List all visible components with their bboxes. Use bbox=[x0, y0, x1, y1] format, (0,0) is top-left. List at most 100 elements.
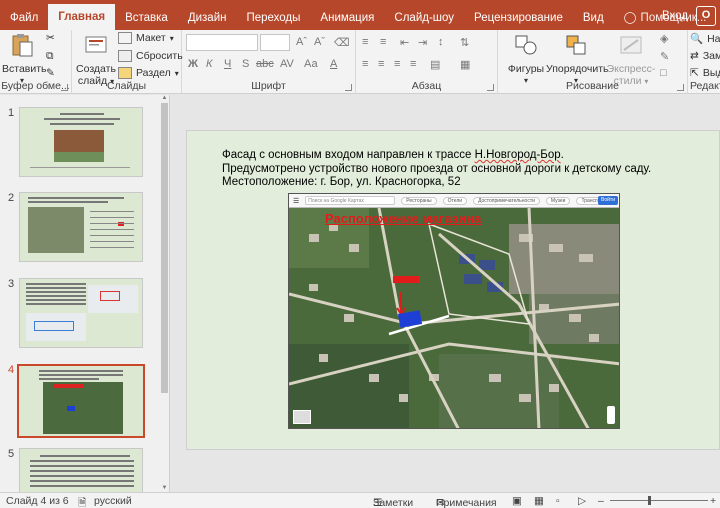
shapes-button[interactable]: Фигуры ▾ bbox=[506, 32, 546, 87]
line-spacing-icon[interactable]: ↕ bbox=[438, 36, 444, 48]
layout-button[interactable]: Макет ▾ bbox=[118, 32, 174, 44]
text-direction-icon[interactable]: ⇅ bbox=[460, 36, 469, 49]
align-left-icon[interactable]: ≡ bbox=[362, 58, 368, 70]
char-spacing-button[interactable]: AV bbox=[280, 58, 294, 70]
map-layer-thumbnail[interactable] bbox=[293, 410, 311, 424]
paste-button[interactable]: Вставить ▾ bbox=[2, 32, 47, 87]
arrange-button[interactable]: Упорядочить ▾ bbox=[546, 32, 608, 87]
shape-fill-icon[interactable]: ◈ bbox=[660, 32, 668, 45]
map-chip[interactable]: Музеи bbox=[545, 196, 571, 205]
increase-indent-icon[interactable]: ⇥ bbox=[418, 36, 427, 49]
bullets-icon[interactable]: ≡ bbox=[362, 36, 368, 48]
map-search-bar: ☰ Поиск на Google Картах Рестораны Отели… bbox=[289, 194, 619, 208]
align-right-icon[interactable]: ≡ bbox=[394, 58, 400, 70]
language-indicator[interactable]: русский bbox=[94, 495, 132, 507]
scroll-down-icon[interactable]: ▼ bbox=[161, 485, 168, 492]
current-slide[interactable]: Фасад с основным входом направлен к трас… bbox=[186, 130, 720, 450]
format-painter-button[interactable]: ✎ bbox=[46, 67, 55, 79]
paragraph-launcher-icon[interactable] bbox=[487, 84, 494, 91]
arrange-icon bbox=[566, 35, 586, 55]
proofing-icon[interactable]: 🗎 bbox=[78, 495, 86, 508]
slide-text-line-1: Фасад с основным входом направлен к трас… bbox=[222, 149, 564, 161]
tab-view[interactable]: Вид bbox=[573, 6, 614, 30]
slideshow-view-icon[interactable]: ▷ bbox=[578, 495, 586, 507]
shape-effects-icon[interactable]: □ bbox=[660, 67, 667, 79]
columns-icon[interactable]: ▤ bbox=[430, 58, 440, 71]
align-center-icon[interactable]: ≡ bbox=[378, 58, 384, 70]
font-size-input[interactable] bbox=[260, 34, 290, 51]
login-link[interactable]: Вход bbox=[662, 10, 688, 22]
normal-view-icon[interactable]: ▣ bbox=[512, 495, 522, 507]
tab-home[interactable]: Главная bbox=[48, 4, 116, 30]
map-chip[interactable]: Отели bbox=[442, 196, 468, 205]
map-zoom-control[interactable] bbox=[607, 406, 615, 424]
slide-thumbnail-4[interactable]: 4 bbox=[0, 364, 160, 442]
smartart-icon[interactable]: ▦ bbox=[460, 58, 470, 71]
zoom-out-icon[interactable]: – bbox=[598, 495, 604, 507]
map-signin-button[interactable]: Войти bbox=[598, 196, 618, 205]
grow-font-icon[interactable]: Aˆ bbox=[296, 36, 307, 48]
group-label-slides: Слайды bbox=[106, 80, 147, 92]
shadow-button[interactable]: S bbox=[242, 58, 249, 70]
slide-thumbnail-3[interactable]: 3 bbox=[0, 278, 160, 354]
reset-button[interactable]: Сбросить bbox=[118, 50, 183, 62]
tab-insert[interactable]: Вставка bbox=[115, 6, 178, 30]
slide-text-line-3: Местоположение: г. Бор, ул. Красногорка,… bbox=[222, 176, 461, 188]
slide-thumbnail-1[interactable]: 1 bbox=[0, 107, 160, 183]
justify-icon[interactable]: ≡ bbox=[410, 58, 416, 70]
satellite-map-graphic bbox=[289, 207, 619, 428]
menu-icon[interactable]: ☰ bbox=[293, 197, 299, 205]
tab-review[interactable]: Рецензирование bbox=[464, 6, 573, 30]
map-chip[interactable]: Рестораны bbox=[401, 196, 437, 205]
tab-slideshow[interactable]: Слайд-шоу bbox=[384, 6, 464, 30]
group-editing: 🔍Най ⇄Зам ⇱Выд Редакти bbox=[688, 30, 720, 94]
slide-text-box[interactable]: Фасад с основным входом направлен к трас… bbox=[222, 149, 651, 190]
store-marker-label bbox=[393, 276, 419, 283]
tab-file[interactable]: Файл bbox=[0, 6, 48, 30]
decrease-indent-icon[interactable]: ⇤ bbox=[400, 36, 409, 49]
cut-button[interactable]: ✂ bbox=[46, 32, 55, 44]
tab-transitions[interactable]: Переходы bbox=[236, 6, 310, 30]
map-image[interactable]: ☰ Поиск на Google Картах Рестораны Отели… bbox=[288, 193, 620, 429]
zoom-slider[interactable] bbox=[610, 500, 708, 501]
numbering-icon[interactable]: ≡ bbox=[380, 36, 386, 48]
map-search-input[interactable]: Поиск на Google Картах bbox=[305, 196, 396, 205]
tab-animation[interactable]: Анимация bbox=[310, 6, 384, 30]
slide-thumbnail-2[interactable]: 2 bbox=[0, 192, 160, 268]
scrollbar-thumb[interactable] bbox=[161, 103, 168, 393]
shape-outline-icon[interactable]: ✎ bbox=[660, 50, 669, 63]
font-color-button[interactable]: А bbox=[330, 58, 337, 70]
copy-button[interactable]: ⧉ bbox=[46, 50, 54, 63]
select-button[interactable]: ⇱Выд bbox=[690, 67, 720, 79]
shapes-icon bbox=[515, 35, 537, 55]
italic-button[interactable]: К bbox=[206, 58, 212, 70]
font-name-input[interactable] bbox=[186, 34, 258, 51]
change-case-button[interactable]: Аа bbox=[304, 58, 318, 70]
group-drawing: Фигуры ▾ Упорядочить ▾ Экспресс- стили ▾… bbox=[498, 30, 688, 94]
zoom-in-icon[interactable]: + bbox=[710, 495, 716, 507]
slide-sorter-icon[interactable]: ▦ bbox=[534, 495, 544, 507]
slide-number: 1 bbox=[8, 107, 15, 119]
strikethrough-button[interactable]: abc bbox=[256, 58, 274, 70]
clear-format-icon[interactable]: ⌫ bbox=[334, 36, 350, 49]
slide-thumbnail-preview bbox=[17, 364, 145, 438]
zoom-slider-thumb[interactable] bbox=[648, 496, 651, 505]
powerpoint-account-icon[interactable]: О bbox=[696, 6, 716, 26]
replace-button[interactable]: ⇄ Зам bbox=[690, 50, 720, 62]
reading-view-icon[interactable]: ▫ bbox=[556, 495, 560, 507]
clipboard-launcher-icon[interactable] bbox=[61, 84, 68, 91]
thumbnail-scrollbar[interactable]: ▲ ▼ bbox=[160, 95, 169, 492]
slide-number: 4 bbox=[8, 364, 15, 376]
shrink-font-icon[interactable]: Aˇ bbox=[314, 36, 325, 48]
section-button[interactable]: Раздел ▾ bbox=[118, 67, 179, 79]
tab-design[interactable]: Дизайн bbox=[178, 6, 237, 30]
map-chip[interactable]: Достопримечательности bbox=[473, 196, 540, 205]
font-launcher-icon[interactable] bbox=[345, 84, 352, 91]
scroll-up-icon[interactable]: ▲ bbox=[161, 95, 168, 102]
underline-button[interactable]: Ч bbox=[224, 58, 231, 70]
slide-thumbnail-5[interactable]: 5 bbox=[0, 448, 160, 492]
find-button[interactable]: 🔍Най bbox=[690, 32, 720, 46]
slide-editing-area: Фасад с основным входом направлен к трас… bbox=[171, 95, 720, 492]
drawing-launcher-icon[interactable] bbox=[677, 84, 684, 91]
bold-button[interactable]: Ж bbox=[188, 58, 198, 70]
